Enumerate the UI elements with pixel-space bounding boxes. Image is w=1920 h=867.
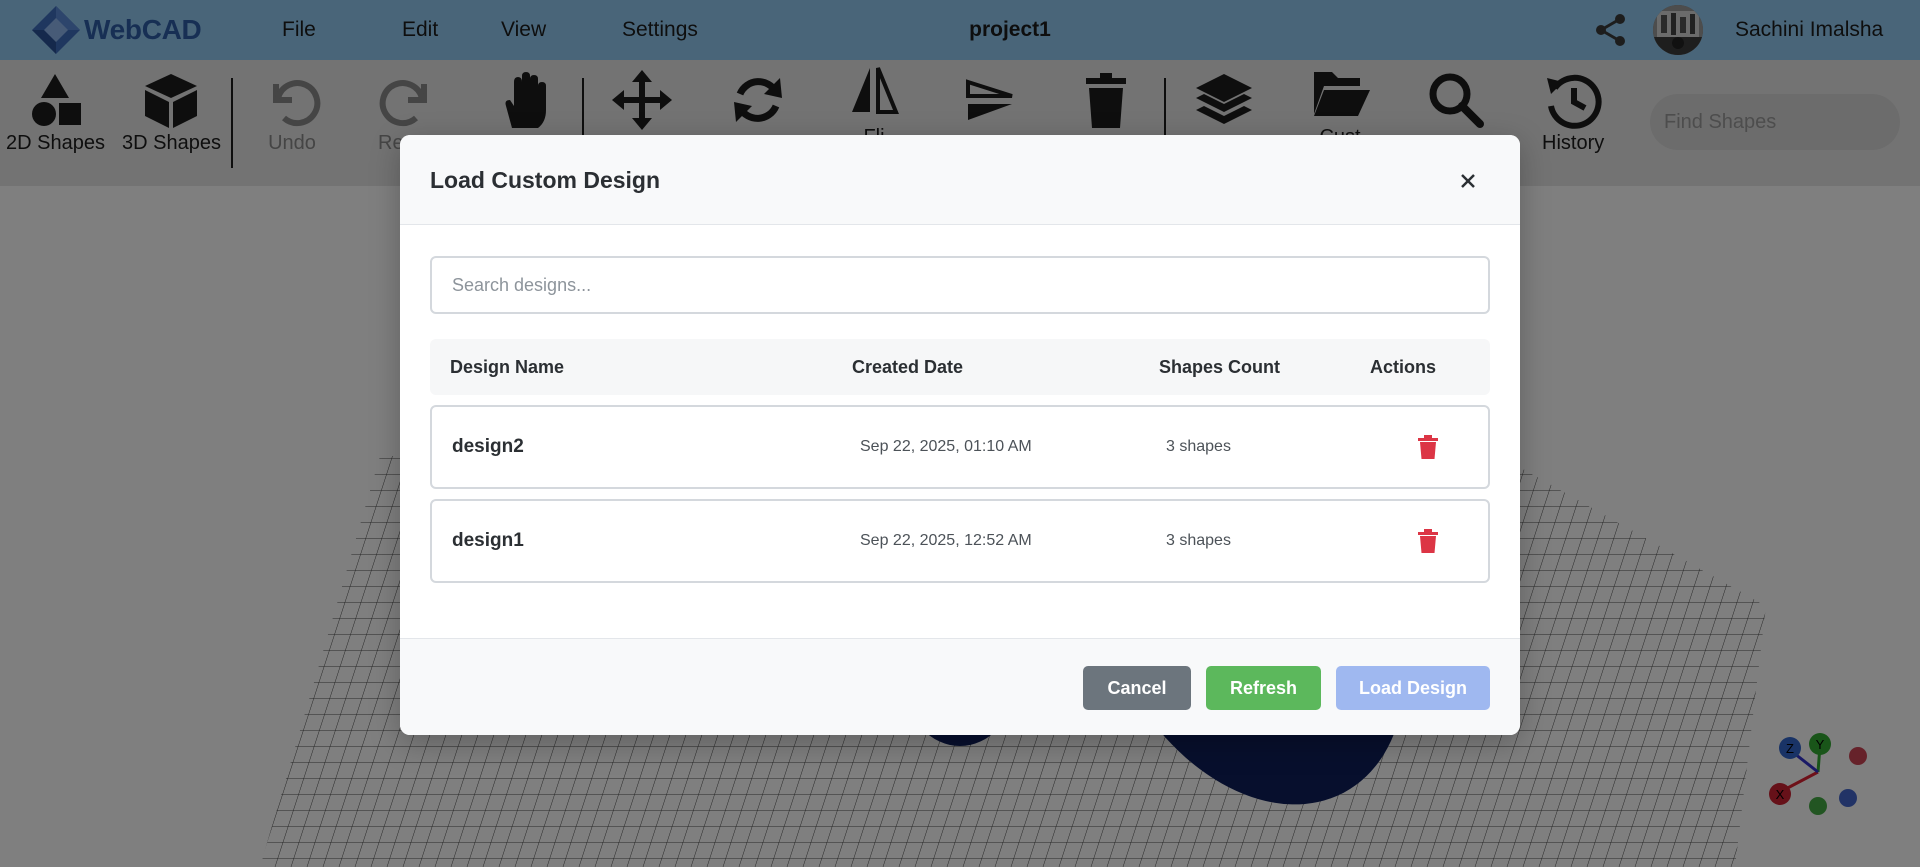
shapes-count: 3 shapes [1166,532,1231,549]
created-date: Sep 22, 2025, 01:10 AM [860,438,1032,455]
cancel-button[interactable]: Cancel [1083,666,1191,710]
column-header-date: Created Date [852,356,964,377]
dialog-footer: Cancel Refresh Load Design [400,638,1520,735]
delete-trash-icon[interactable] [1417,529,1439,553]
table-header: Design Name Created Date Shapes Count Ac… [430,339,1490,395]
load-design-button[interactable]: Load Design [1336,666,1490,710]
column-header-actions: Actions [1370,356,1437,377]
search-designs-input[interactable] [430,256,1490,314]
delete-trash-icon[interactable] [1417,435,1439,459]
design-name: design2 [452,436,524,457]
dialog-header: Load Custom Design [400,135,1520,225]
column-header-name: Design Name [450,356,565,377]
table-row[interactable]: design1 Sep 22, 2025, 12:52 AM 3 shapes [430,499,1490,583]
shapes-count: 3 shapes [1166,438,1231,455]
close-icon[interactable] [1454,167,1482,195]
table-row[interactable]: design2 Sep 22, 2025, 01:10 AM 3 shapes [430,405,1490,489]
load-design-dialog: Load Custom Design Design Name Created D… [400,135,1520,735]
design-name: design1 [452,530,524,551]
refresh-button[interactable]: Refresh [1206,666,1321,710]
created-date: Sep 22, 2025, 12:52 AM [860,532,1032,549]
dialog-title: Load Custom Design [430,166,661,193]
column-header-count: Shapes Count [1159,356,1281,377]
